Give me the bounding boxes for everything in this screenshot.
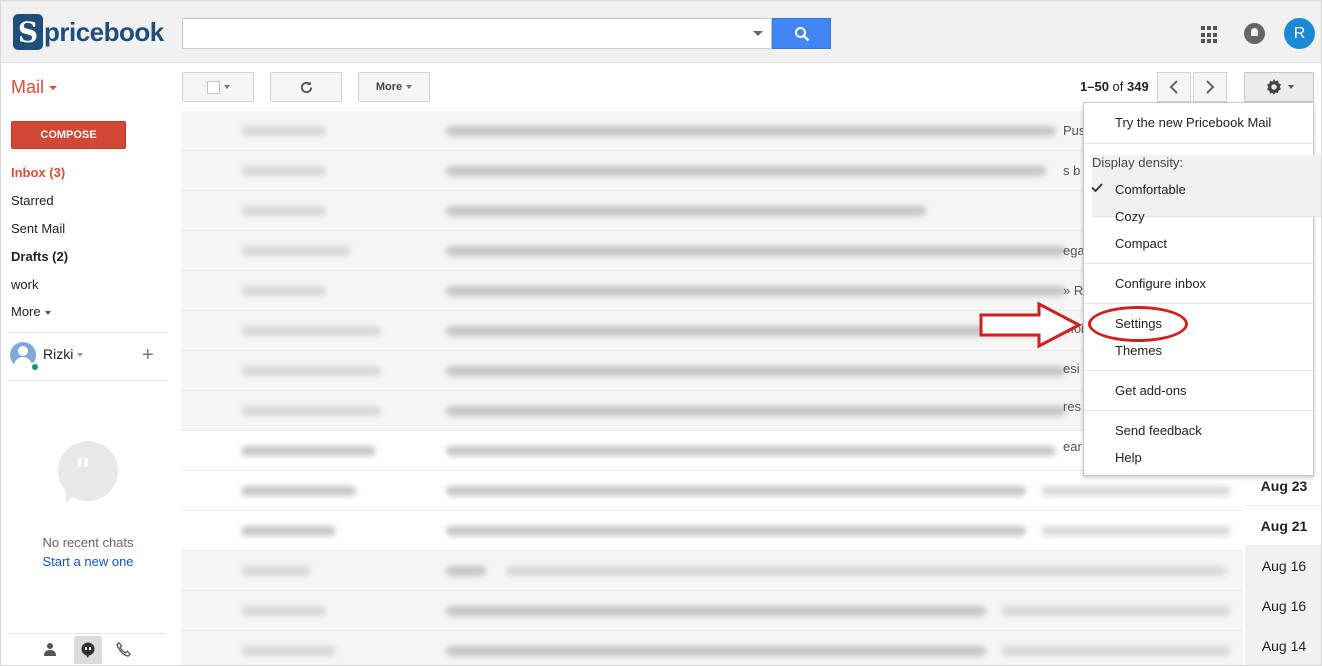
chevron-left-icon <box>1169 80 1178 94</box>
logo-mark: S <box>13 14 43 50</box>
snippet-fragment: Pus <box>1063 123 1083 138</box>
snippet-fragment: ear <box>1063 439 1082 454</box>
snippet-fragment: res <box>1063 399 1082 414</box>
new-chat-plus-icon[interactable]: + <box>142 344 154 367</box>
chevron-down-icon <box>1287 85 1294 89</box>
table-row[interactable] <box>181 551 1243 591</box>
older-page-button[interactable] <box>1193 72 1227 102</box>
menu-item-themes[interactable]: Themes <box>1115 343 1162 358</box>
app-window: S pricebook R Mail More 1–50 of 349 COMP… <box>0 0 1322 666</box>
sidebar-item-inbox[interactable]: Inbox (3) <box>11 165 65 180</box>
sidebar-item-sent-mail[interactable]: Sent Mail <box>11 221 65 236</box>
apps-grid-icon[interactable] <box>1201 26 1219 44</box>
contacts-person-icon[interactable] <box>43 642 57 660</box>
table-row[interactable] <box>181 631 1243 665</box>
chevron-down-icon <box>406 85 413 89</box>
chevron-down-icon <box>44 310 51 315</box>
online-status-icon <box>30 362 40 372</box>
menu-divider <box>1084 263 1313 264</box>
hangouts-user-menu[interactable]: Rizki <box>43 346 84 362</box>
account-avatar[interactable]: R <box>1284 18 1315 49</box>
annotation-highlight-ellipse <box>1088 306 1188 342</box>
email-date: Aug 16 <box>1245 586 1321 626</box>
phone-call-icon[interactable] <box>116 642 131 661</box>
email-date: Aug 14 <box>1245 626 1321 665</box>
page-count: 1–50 of 349 <box>1080 79 1149 94</box>
page-count-total: 349 <box>1127 79 1149 94</box>
logo-text: pricebook <box>44 16 164 47</box>
mail-switcher[interactable]: Mail <box>11 77 58 98</box>
sidebar-item-work[interactable]: work <box>11 277 38 292</box>
gear-icon <box>1266 78 1281 96</box>
newer-page-button[interactable] <box>1157 72 1191 102</box>
menu-item-get-addons[interactable]: Get add-ons <box>1115 383 1187 398</box>
search-input[interactable] <box>182 18 772 49</box>
snippet-fragment: esi <box>1063 361 1080 376</box>
user-name: Rizki <box>43 346 74 362</box>
menu-item-help[interactable]: Help <box>1115 450 1142 465</box>
top-bar: S pricebook R <box>1 1 1321 63</box>
chevron-down-icon <box>49 86 58 91</box>
settings-menu: Try the new Pricebook Mail Display densi… <box>1083 102 1321 476</box>
menu-item-try-new[interactable]: Try the new Pricebook Mail <box>1115 115 1271 130</box>
menu-item-send-feedback[interactable]: Send feedback <box>1115 423 1202 438</box>
settings-gear-button[interactable] <box>1244 72 1314 102</box>
table-row[interactable] <box>181 511 1243 551</box>
hangouts-tabs <box>9 633 166 665</box>
search-options-caret-icon[interactable] <box>753 31 763 36</box>
start-new-chat-link[interactable]: Start a new one <box>1 554 175 569</box>
search-button[interactable] <box>772 18 831 49</box>
sidebar-more-label: More <box>11 304 41 319</box>
menu-item-cozy[interactable]: Cozy <box>1115 209 1145 224</box>
hangouts-bubble-icon: " <box>58 441 118 503</box>
menu-divider <box>1084 370 1313 371</box>
menu-item-compact[interactable]: Compact <box>1115 236 1167 251</box>
hangouts-chat-icon[interactable] <box>74 636 102 664</box>
more-actions-button[interactable]: More <box>358 72 430 102</box>
more-actions-label: More <box>375 81 403 93</box>
chevron-down-icon <box>77 353 84 358</box>
search-icon <box>794 26 809 41</box>
menu-item-comfortable[interactable]: Comfortable <box>1115 182 1186 197</box>
menu-divider <box>1084 410 1313 411</box>
snippet-fragment: s b <box>1063 163 1081 178</box>
mail-label: Mail <box>11 77 45 97</box>
table-row[interactable] <box>181 471 1243 511</box>
checkmark-icon <box>1091 183 1103 192</box>
compose-button[interactable]: COMPOSE <box>11 121 126 149</box>
sidebar-item-drafts[interactable]: Drafts (2) <box>11 249 68 264</box>
email-date: Aug 21 <box>1245 506 1321 546</box>
email-date: Aug 16 <box>1245 546 1321 586</box>
sidebar-item-starred[interactable]: Starred <box>11 193 54 208</box>
checkbox-icon <box>206 80 220 94</box>
chevron-right-icon <box>1206 80 1215 94</box>
refresh-button[interactable] <box>270 72 342 102</box>
select-checkbox-button[interactable] <box>182 72 254 102</box>
sidebar-divider <box>9 332 166 333</box>
page-count-of: of <box>1112 79 1124 94</box>
menu-item-configure-inbox[interactable]: Configure inbox <box>1115 276 1206 291</box>
sidebar-item-more[interactable]: More <box>11 304 51 319</box>
sidebar-divider <box>9 380 166 381</box>
pricebook-logo[interactable]: S pricebook <box>13 13 164 51</box>
notifications-icon[interactable] <box>1244 23 1265 44</box>
menu-divider <box>1084 143 1313 144</box>
snippet-fragment: » R <box>1063 283 1083 298</box>
menu-divider <box>1084 303 1313 304</box>
table-row[interactable] <box>181 591 1243 631</box>
no-recent-chats-text: No recent chats <box>42 535 134 550</box>
chevron-down-icon <box>223 85 230 89</box>
page-count-range: 1–50 <box>1080 79 1109 94</box>
snippet-fragment: ega <box>1063 243 1083 258</box>
annotation-arrow-icon <box>979 301 1083 349</box>
refresh-icon <box>300 80 312 93</box>
